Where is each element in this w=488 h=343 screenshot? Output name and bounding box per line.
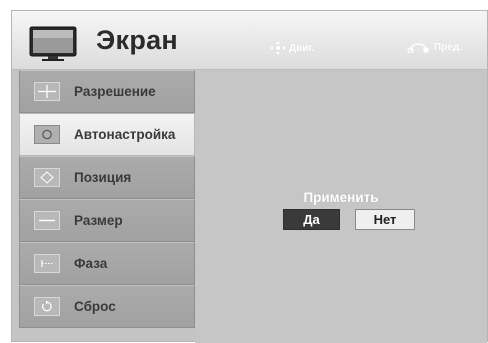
move-hint: Двиг. <box>270 41 314 55</box>
sidebar-item-label: Сброс <box>74 299 116 314</box>
move-hint-label: Двиг. <box>289 42 315 54</box>
phase-icon <box>34 254 60 273</box>
confirm-panel: Применить Да Нет <box>195 70 487 343</box>
sidebar-item-reset[interactable]: Сброс <box>19 285 195 328</box>
apply-prompt: Применить <box>303 190 379 205</box>
position-icon <box>34 168 60 187</box>
sidebar-item-label: Позиция <box>74 170 132 185</box>
reset-icon <box>34 297 60 316</box>
osd-window: Экран Двиг. Пред. Разрешение Автонастрой… <box>11 10 488 343</box>
page-title: Экран <box>96 25 179 55</box>
resolution-icon <box>34 82 60 101</box>
auto-config-icon <box>34 125 60 144</box>
return-hint-label: Пред. <box>434 41 462 53</box>
sidebar-item-resolution[interactable]: Разрешение <box>19 70 195 113</box>
header-bar: Экран Двиг. Пред. <box>12 11 487 70</box>
sidebar-item-label: Автонастройка <box>74 127 176 142</box>
return-hint: Пред. <box>407 41 462 53</box>
return-icon <box>407 43 429 53</box>
sidebar-item-size[interactable]: Размер <box>19 199 195 242</box>
sidebar-item-phase[interactable]: Фаза <box>19 242 195 285</box>
sidebar-item-label: Размер <box>74 213 123 228</box>
yes-button[interactable]: Да <box>283 209 340 230</box>
tv-icon <box>29 26 77 61</box>
no-button[interactable]: Нет <box>355 209 415 230</box>
sidebar-menu: Разрешение Автонастройка Позиция Размер <box>19 70 195 343</box>
sidebar-item-label: Фаза <box>74 256 108 271</box>
sidebar-item-position[interactable]: Позиция <box>19 156 195 199</box>
size-icon <box>34 211 60 230</box>
move-icon <box>270 41 286 55</box>
sidebar-item-auto-config[interactable]: Автонастройка <box>19 113 195 156</box>
sidebar-item-label: Разрешение <box>74 84 156 99</box>
